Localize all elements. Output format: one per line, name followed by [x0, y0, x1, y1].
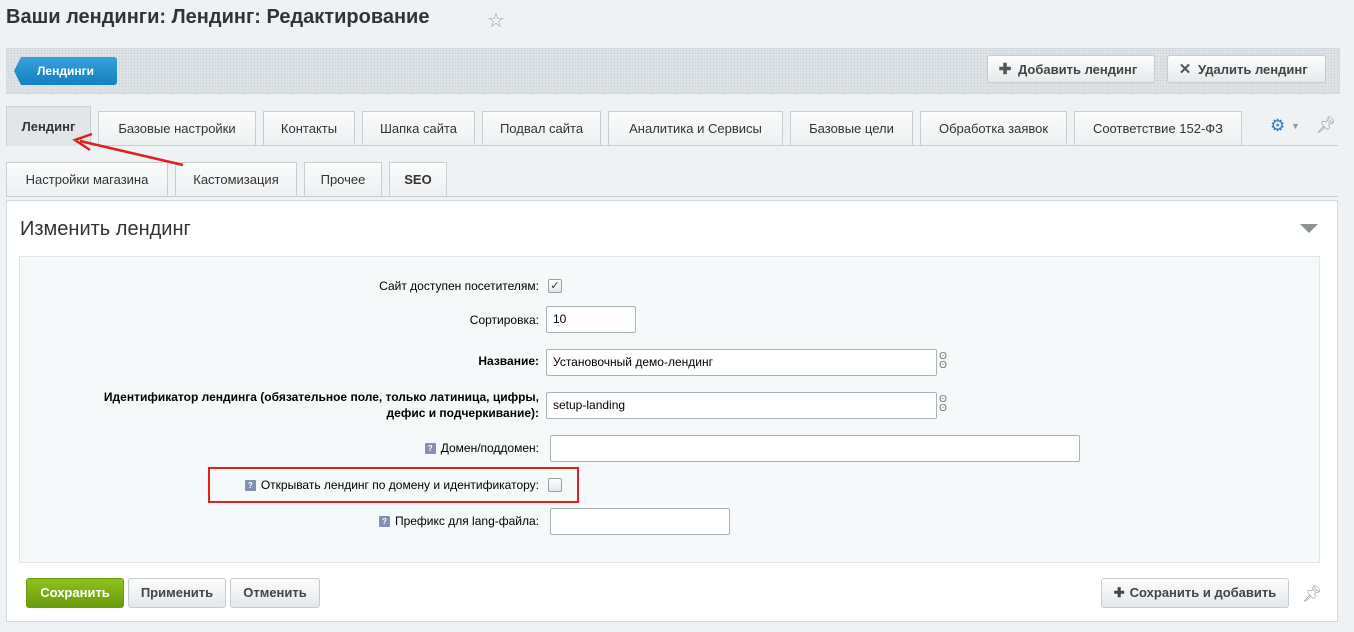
active-label: Сайт доступен посетителям: — [379, 279, 539, 293]
tab-other[interactable]: Прочее — [304, 162, 382, 196]
delete-landing-label: Удалить лендинг — [1198, 62, 1308, 77]
delete-landing-button[interactable]: ✕ Удалить лендинг — [1167, 55, 1326, 83]
code-label-line2: дефис и подчеркивание): — [386, 406, 539, 420]
tab-basic-settings[interactable]: Базовые настройки — [98, 111, 256, 145]
code-input[interactable]: setup-landing — [546, 392, 937, 419]
collapse-triangle-icon[interactable] — [1300, 224, 1318, 233]
help-icon[interactable]: ? — [378, 516, 390, 527]
save-and-add-button[interactable]: ✚ Сохранить и добавить — [1101, 578, 1289, 608]
star-icon[interactable]: ☆ — [487, 8, 505, 33]
save-button[interactable]: Сохранить — [26, 578, 124, 608]
lang-prefix-label: ? Префикс для lang-файла: — [378, 514, 539, 528]
close-icon: ✕ — [1178, 61, 1192, 78]
chain-link-icon[interactable]: ʘʘ — [939, 352, 947, 371]
pin-icon[interactable]: 📌︎ — [1316, 115, 1336, 135]
sort-input[interactable]: 10 — [546, 306, 636, 333]
cancel-button[interactable]: Отменить — [230, 578, 320, 608]
domain-label-text: Домен/поддомен: — [440, 441, 539, 455]
code-label-line1: Идентификатор лендинга (обязательное пол… — [103, 390, 539, 404]
lang-prefix-label-text: Префикс для lang-файла: — [394, 514, 539, 528]
domain-input[interactable] — [550, 435, 1080, 462]
gear-icon[interactable]: ⚙ — [1270, 116, 1285, 136]
apply-button[interactable]: Применить — [128, 578, 226, 608]
active-checkbox[interactable]: ✓ — [548, 279, 562, 293]
back-to-landings-button[interactable]: Лендинги — [14, 57, 117, 85]
tab-contacts[interactable]: Контакты — [263, 111, 355, 145]
tab-header[interactable]: Шапка сайта — [362, 111, 475, 145]
plus-icon: ✚ — [998, 61, 1012, 78]
tab-request-processing[interactable]: Обработка заявок — [920, 111, 1067, 145]
tab-footer[interactable]: Подвал сайта — [482, 111, 601, 145]
tab-shop-settings[interactable]: Настройки магазина — [6, 162, 168, 196]
add-landing-button[interactable]: ✚ Добавить лендинг — [987, 55, 1155, 83]
chain-link-icon[interactable]: ʘʘ — [939, 395, 947, 414]
highlight-box — [208, 467, 579, 503]
name-label: Название: — [478, 354, 539, 368]
tab-customization[interactable]: Кастомизация — [175, 162, 297, 196]
help-icon[interactable]: ? — [424, 443, 436, 454]
tab-152-fz[interactable]: Соответствие 152-ФЗ — [1074, 111, 1242, 145]
chevron-down-icon[interactable]: ▼ — [1291, 121, 1300, 131]
save-and-add-label: Сохранить и добавить — [1129, 585, 1277, 600]
pin-icon[interactable]: 📌︎ — [1302, 584, 1322, 604]
name-input[interactable]: Установочный демо-лендинг — [546, 349, 937, 376]
sort-label: Сортировка: — [469, 313, 539, 327]
tab-analytics[interactable]: Аналитика и Сервисы — [608, 111, 783, 145]
domain-label: ? Домен/поддомен: — [424, 441, 539, 455]
plus-icon: ✚ — [1113, 585, 1125, 600]
add-landing-label: Добавить лендинг — [1018, 62, 1138, 77]
tab-base-goals[interactable]: Базовые цели — [790, 111, 913, 145]
lang-prefix-input[interactable] — [550, 508, 730, 535]
page-title: Ваши лендинги: Лендинг: Редактирование — [6, 6, 430, 28]
tab-seo[interactable]: SEO — [389, 162, 447, 196]
tab-landing[interactable]: Лендинг — [6, 106, 91, 146]
code-label: Идентификатор лендинга (обязательное пол… — [104, 389, 539, 421]
panel-title: Изменить лендинг — [20, 218, 191, 240]
